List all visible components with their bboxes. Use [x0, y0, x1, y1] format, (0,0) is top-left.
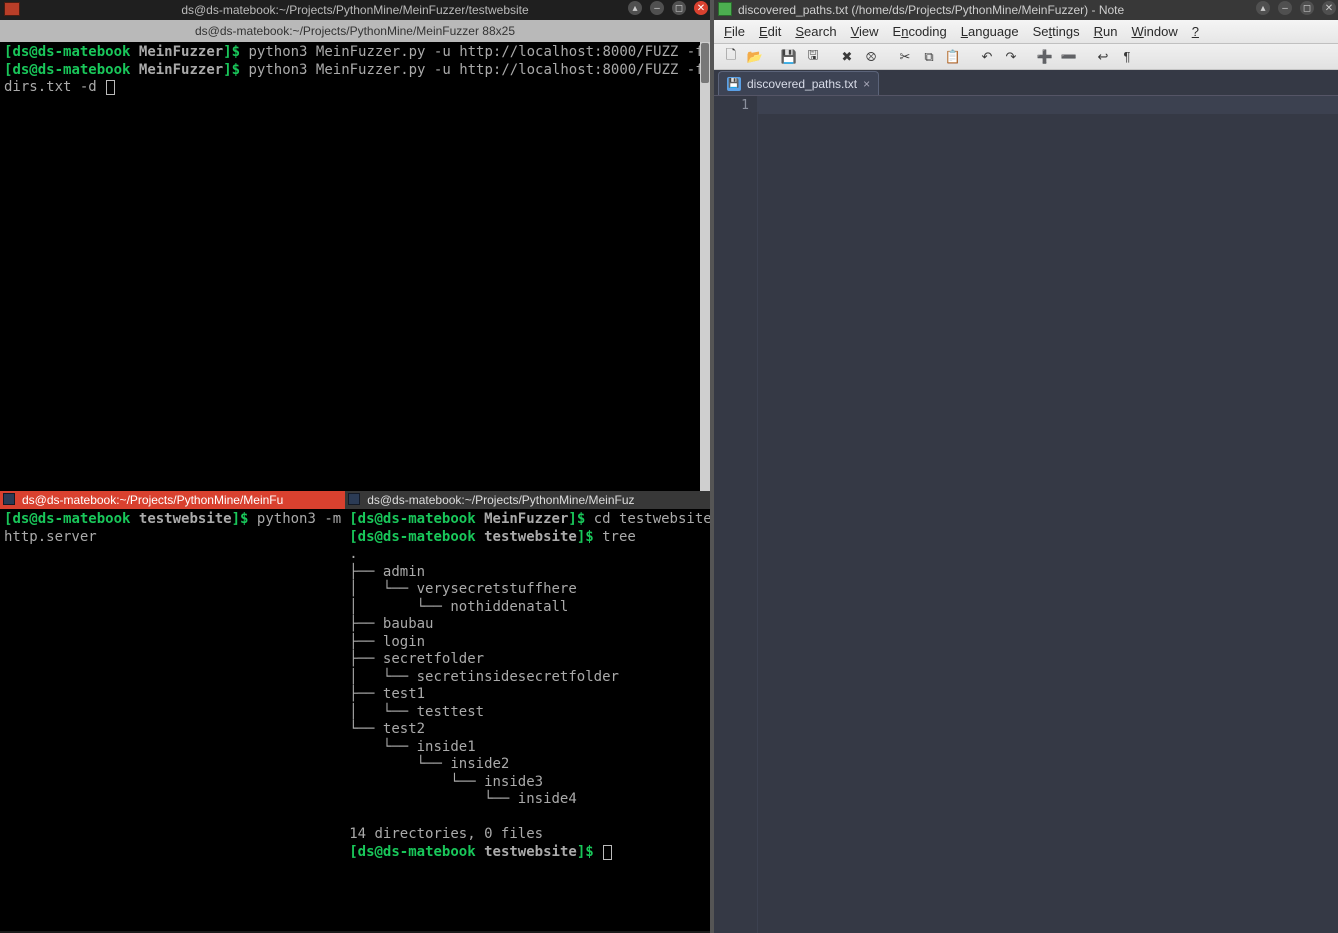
terminal-main-titlebar[interactable]: ds@ds-matebook:~/Projects/PythonMine/Mei…: [0, 0, 710, 20]
file-tab-strip: 💾 discovered_paths.txt ×: [714, 70, 1338, 96]
terminal-br-content[interactable]: [ds@ds-matebook MeinFuzzer]$ cd testwebs…: [345, 509, 724, 863]
cursor-icon: [106, 80, 115, 95]
shade-button[interactable]: ▴: [628, 1, 642, 15]
terminal-bl-titlebar[interactable]: ds@ds-matebook:~/Projects/PythonMine/Mei…: [0, 491, 345, 509]
undo-icon[interactable]: ↶: [976, 47, 998, 67]
file-tab-label: discovered_paths.txt: [747, 77, 857, 91]
menu-encoding[interactable]: Encoding: [893, 24, 947, 39]
scrollbar-thumb[interactable]: [701, 43, 709, 83]
maximize-button[interactable]: ◻: [672, 1, 686, 15]
terminal-br[interactable]: [ds@ds-matebook MeinFuzzer]$ cd testwebs…: [345, 509, 724, 931]
line-number-gutter: 1: [714, 96, 758, 933]
minimize-button[interactable]: –: [1278, 1, 1292, 15]
pilcrow-icon[interactable]: ¶: [1116, 47, 1138, 67]
menu-help[interactable]: ?: [1192, 24, 1199, 39]
redo-icon[interactable]: ↷: [1000, 47, 1022, 67]
menu-edit[interactable]: Edit: [759, 24, 781, 39]
terminal-br-title: ds@ds-matebook:~/Projects/PythonMine/Mei…: [367, 493, 634, 507]
line-number: 1: [714, 98, 749, 114]
terminal-bl-title: ds@ds-matebook:~/Projects/PythonMine/Mei…: [22, 493, 283, 507]
terminal-tab-label[interactable]: ds@ds-matebook:~/Projects/PythonMine/Mei…: [0, 20, 710, 42]
close-button[interactable]: ✕: [694, 1, 708, 15]
terminal-icon: [348, 493, 360, 505]
wrap-icon[interactable]: ↩: [1092, 47, 1114, 67]
save-all-icon[interactable]: 🖫: [802, 47, 824, 67]
save-icon[interactable]: 💾: [778, 47, 800, 67]
editor-area[interactable]: 1: [714, 96, 1338, 933]
terminal-main[interactable]: ds@ds-matebook:~/Projects/PythonMine/Mei…: [0, 20, 710, 491]
editor-window: discovered_paths.txt (/home/ds/Projects/…: [714, 0, 1338, 933]
menu-language[interactable]: Language: [961, 24, 1019, 39]
menu-file[interactable]: File: [724, 24, 745, 39]
close-button[interactable]: ✕: [1322, 1, 1336, 15]
copy-icon[interactable]: ⧉: [918, 47, 940, 67]
tree-summary: 14 directories, 0 files: [349, 826, 543, 842]
editor-title: discovered_paths.txt (/home/ds/Projects/…: [714, 3, 1338, 17]
file-disk-icon: 💾: [727, 77, 741, 91]
cursor-icon: [603, 845, 612, 860]
minimize-button[interactable]: –: [650, 1, 664, 15]
close-icon[interactable]: ✖: [836, 47, 858, 67]
menu-search[interactable]: Search: [795, 24, 836, 39]
paste-icon[interactable]: 📋: [942, 47, 964, 67]
terminal-main-content[interactable]: [ds@ds-matebook MeinFuzzer]$ python3 Mei…: [0, 42, 710, 99]
terminal-br-titlebar[interactable]: ds@ds-matebook:~/Projects/PythonMine/Mei…: [345, 491, 724, 509]
terminal-bl[interactable]: [ds@ds-matebook testwebsite]$ python3 -m…: [0, 509, 345, 931]
editor-menubar: File Edit Search View Encoding Language …: [714, 20, 1338, 44]
menu-run[interactable]: Run: [1094, 24, 1118, 39]
editor-toolbar: 🗋 📂 💾 🖫 ✖ ⮾ ✂ ⧉ 📋 ↶ ↷ ➕ ➖ ↩ ¶: [714, 44, 1338, 70]
cut-icon[interactable]: ✂: [894, 47, 916, 67]
editor-current-line[interactable]: [758, 96, 1338, 114]
editor-titlebar[interactable]: discovered_paths.txt (/home/ds/Projects/…: [714, 0, 1338, 20]
open-file-icon[interactable]: 📂: [744, 47, 766, 67]
terminal-main-title: ds@ds-matebook:~/Projects/PythonMine/Mei…: [0, 3, 710, 17]
terminal-icon: [3, 493, 15, 505]
menu-view[interactable]: View: [851, 24, 879, 39]
new-file-icon[interactable]: 🗋: [720, 47, 742, 67]
menu-window[interactable]: Window: [1131, 24, 1177, 39]
terminal-bl-content[interactable]: [ds@ds-matebook testwebsite]$ python3 -m…: [0, 509, 345, 548]
zoom-in-icon[interactable]: ➕: [1034, 47, 1056, 67]
maximize-button[interactable]: ◻: [1300, 1, 1314, 15]
close-all-icon[interactable]: ⮾: [860, 47, 882, 67]
file-tab[interactable]: 💾 discovered_paths.txt ×: [718, 71, 879, 95]
terminal-scrollbar[interactable]: [700, 42, 710, 491]
shade-button[interactable]: ▴: [1256, 1, 1270, 15]
menu-settings[interactable]: Settings: [1033, 24, 1080, 39]
zoom-out-icon[interactable]: ➖: [1058, 47, 1080, 67]
tab-close-icon[interactable]: ×: [863, 77, 870, 91]
tree-output: . ├── admin │ └── verysecretstuffhere │ …: [349, 546, 619, 807]
